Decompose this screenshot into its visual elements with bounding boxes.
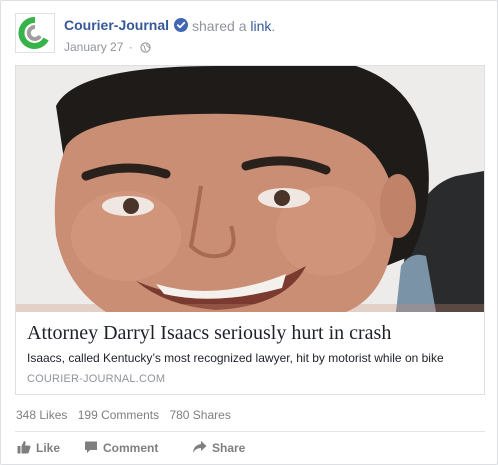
- portrait-image: [16, 66, 484, 312]
- comments-count[interactable]: 199 Comments: [78, 408, 159, 422]
- speech-bubble-icon: [85, 441, 97, 453]
- courier-journal-logo-icon: [18, 17, 49, 49]
- post-meta: January 27 ·: [64, 40, 151, 54]
- shared-prefix: shared a: [192, 18, 247, 34]
- likes-count[interactable]: 348 Likes: [16, 408, 67, 422]
- shared-link[interactable]: link: [250, 18, 271, 34]
- meta-separator: ·: [128, 40, 133, 54]
- like-button[interactable]: Like: [17, 439, 67, 457]
- globe-icon[interactable]: [140, 42, 151, 53]
- article-description: Isaacs, called Kentucky’s most recognize…: [27, 351, 444, 365]
- verified-badge-icon: [174, 18, 188, 32]
- article-headline[interactable]: Attorney Darryl Isaacs seriously hurt in…: [27, 320, 477, 346]
- attachment-caption: Attorney Darryl Isaacs seriously hurt in…: [27, 320, 477, 385]
- article-domain: COURIER-JOURNAL.COM: [27, 373, 166, 385]
- comment-button[interactable]: Comment: [84, 439, 164, 457]
- page-name-link[interactable]: Courier-Journal: [64, 17, 169, 33]
- comment-label: Comment: [103, 441, 159, 455]
- engagement-stats: 348 Likes 199 Comments 780 Shares: [16, 408, 238, 422]
- shares-count[interactable]: 780 Shares: [169, 408, 230, 422]
- post-timestamp[interactable]: January 27: [64, 40, 123, 54]
- share-button[interactable]: Share: [192, 439, 252, 457]
- like-label: Like: [36, 441, 61, 455]
- post-card: Courier-Journal shared a link. January 2…: [0, 0, 498, 465]
- shared-suffix: .: [271, 18, 276, 34]
- share-arrow-icon: [193, 441, 207, 453]
- page-avatar[interactable]: [15, 13, 55, 53]
- article-photo[interactable]: [16, 66, 484, 312]
- share-label: Share: [212, 441, 246, 455]
- post-actions: Like Comment Share: [15, 439, 485, 457]
- actions-divider: [15, 431, 485, 432]
- link-attachment[interactable]: Attorney Darryl Isaacs seriously hurt in…: [15, 65, 485, 395]
- thumbs-up-icon: [17, 441, 31, 454]
- shared-a-link-text: shared a link.: [192, 18, 275, 34]
- post-header: Courier-Journal shared a link. January 2…: [15, 13, 485, 57]
